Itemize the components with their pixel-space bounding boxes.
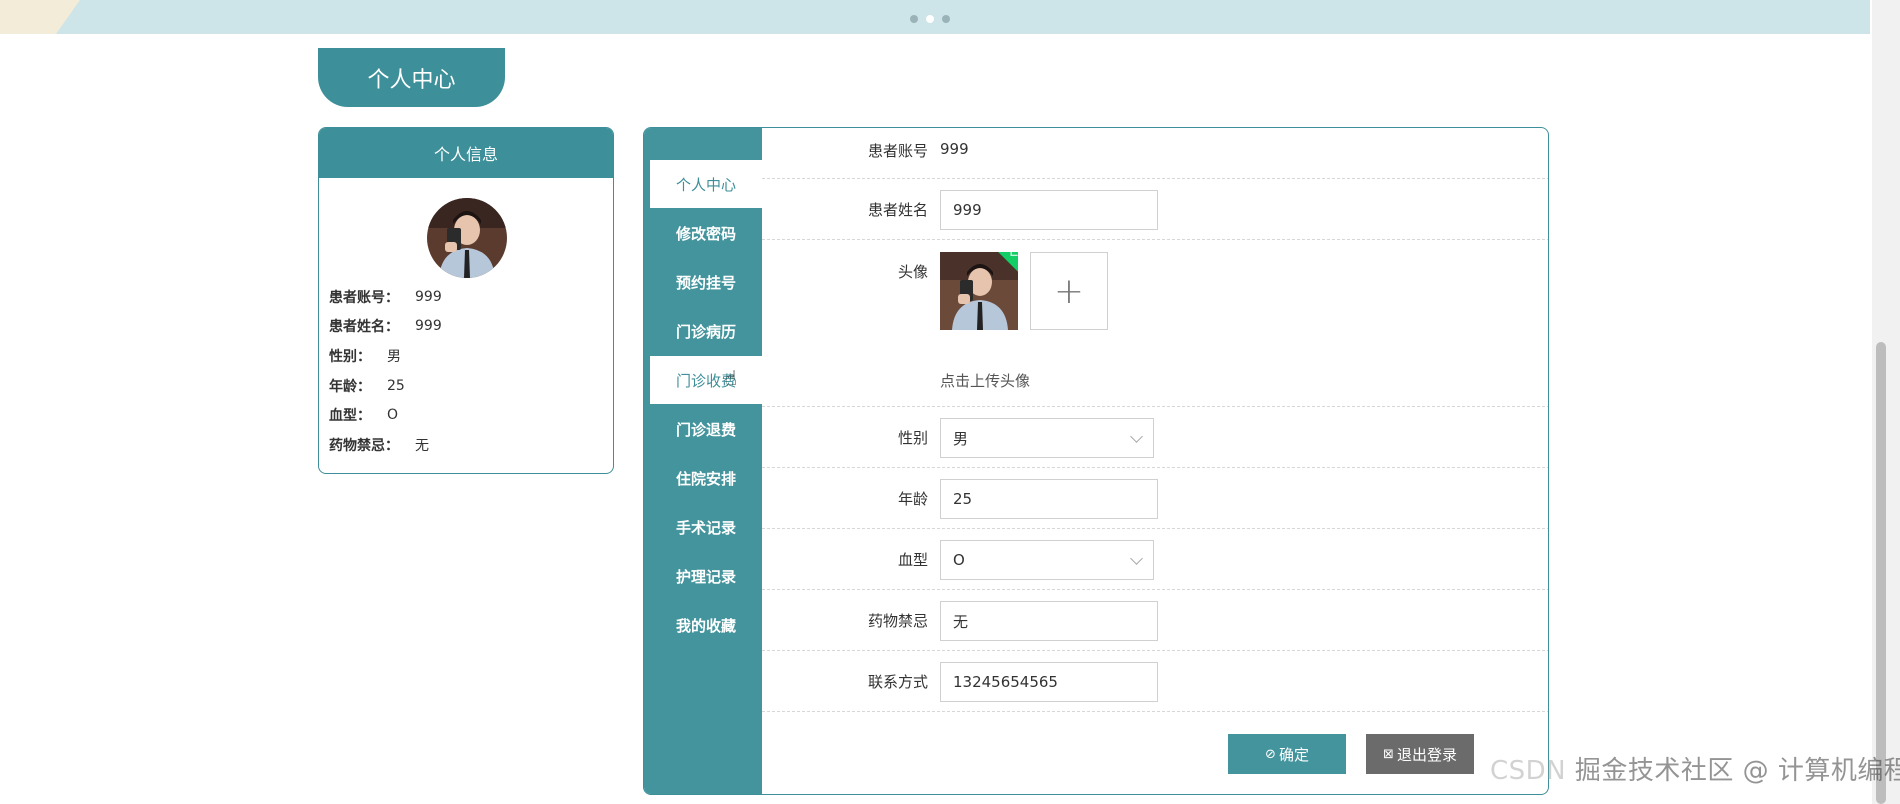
nav-item-outpatient-record[interactable]: 门诊病历 (650, 307, 762, 355)
info-value: 999 (415, 288, 442, 305)
form-row-account: 患者账号 999 (762, 128, 1548, 179)
contact-input[interactable]: 13245654565 (940, 662, 1158, 702)
info-label: 患者账号： (329, 289, 399, 306)
chevron-down-icon (1130, 430, 1143, 443)
info-value: 男 (387, 348, 401, 365)
personal-info-card: 个人信息 患者账号： 999 患者姓名： 999 性别： 男 年龄： 25 血型… (318, 127, 614, 474)
info-row-name: 患者姓名： 999 (329, 312, 442, 342)
form-row-name: 患者姓名 999 (762, 179, 1548, 240)
watermark-dim: CSDN (1490, 756, 1575, 786)
gender-select[interactable]: 男 (940, 418, 1154, 458)
carousel-dot-1[interactable] (910, 15, 918, 23)
logout-button[interactable]: ⊠ 退出登录 (1366, 734, 1474, 774)
info-label: 年龄： (329, 378, 371, 395)
nav-item-nursing-record[interactable]: 护理记录 (650, 552, 762, 600)
avatar-label: 头像 (897, 263, 928, 281)
contact-label: 联系方式 (867, 673, 928, 691)
drug-allergy-label: 药物禁忌 (867, 612, 928, 630)
logout-button-label: 退出登录 (1396, 745, 1457, 764)
check-circle-icon: ⊘ (1265, 746, 1276, 762)
age-input[interactable]: 25 (940, 479, 1158, 519)
page-scrollbar-thumb[interactable] (1876, 342, 1886, 804)
form-row-age: 年龄 25 (762, 468, 1548, 529)
upload-avatar-button[interactable]: + (1030, 252, 1108, 330)
info-value: 25 (387, 377, 405, 394)
nav-item-outpatient-fee[interactable]: 门诊收费 ☝ (650, 356, 762, 404)
carousel-dot-2[interactable] (926, 15, 934, 23)
info-label: 性别： (329, 348, 371, 365)
nav-item-surgery-record[interactable]: 手术记录 (650, 503, 762, 551)
confirm-button[interactable]: ⊘ 确定 (1228, 734, 1346, 774)
nav-item-change-password[interactable]: 修改密码 (650, 209, 762, 257)
check-icon (1010, 252, 1018, 256)
form-row-blood-type: 血型 O (762, 529, 1548, 590)
info-value: 999 (415, 318, 442, 335)
uploaded-avatar[interactable] (940, 252, 1018, 330)
form-row-avatar: 头像 (762, 240, 1548, 407)
upload-hint: 点击上传头像 (940, 372, 1031, 390)
info-label: 血型： (329, 408, 371, 425)
info-value: 无 (415, 437, 429, 454)
age-label: 年龄 (897, 490, 928, 508)
info-row-blood-type: 血型： O (329, 400, 442, 430)
logout-icon: ⊠ (1383, 746, 1394, 762)
watermark-text: 掘金技术社区 @ 计算机编程果茶熊 (1574, 756, 1900, 786)
info-row-drug-allergy: 药物禁忌： 无 (329, 430, 442, 460)
confirm-button-label: 确定 (1278, 745, 1309, 764)
form-row-gender: 性别 男 (762, 407, 1548, 468)
avatar (427, 198, 507, 278)
nav-item-hospitalization[interactable]: 住院安排 (650, 454, 762, 502)
chevron-down-icon (1130, 552, 1143, 565)
nav-item-appointment[interactable]: 预约挂号 (650, 258, 762, 306)
profile-panel: 个人中心 修改密码 预约挂号 门诊病历 门诊收费 ☝ 门诊退费 住院安排 手术记… (643, 127, 1549, 795)
nav-item-favorites[interactable]: 我的收藏 (650, 601, 762, 649)
blood-type-select-value: O (953, 551, 965, 569)
carousel-dot-3[interactable] (942, 15, 950, 23)
nav-item-outpatient-refund[interactable]: 门诊退费 (650, 405, 762, 453)
gender-label: 性别 (897, 429, 928, 447)
info-row-account: 患者账号： 999 (329, 282, 442, 312)
info-list: 患者账号： 999 患者姓名： 999 性别： 男 年龄： 25 血型： O 药… (329, 282, 442, 460)
hand-cursor-icon: ☝ (725, 366, 738, 390)
gender-select-value: 男 (953, 429, 969, 448)
account-value: 999 (940, 140, 969, 158)
account-label: 患者账号 (867, 142, 928, 160)
blood-type-select[interactable]: O (940, 540, 1154, 580)
page-title: 个人中心 (318, 48, 505, 107)
form-row-drug-allergy: 药物禁忌 无 (762, 590, 1548, 651)
drug-allergy-input[interactable]: 无 (940, 601, 1158, 641)
name-input[interactable]: 999 (940, 190, 1158, 230)
form-row-contact: 联系方式 13245654565 (762, 651, 1548, 712)
info-label: 患者姓名： (329, 319, 399, 336)
info-row-age: 年龄： 25 (329, 371, 442, 401)
blood-type-label: 血型 (897, 551, 928, 569)
info-card-header: 个人信息 (319, 128, 613, 178)
info-value: O (387, 407, 399, 424)
carousel-dots (910, 15, 950, 23)
side-nav: 个人中心 修改密码 预约挂号 门诊病历 门诊收费 ☝ 门诊退费 住院安排 手术记… (644, 128, 762, 794)
info-label: 药物禁忌： (329, 437, 399, 454)
nav-item-personal-center[interactable]: 个人中心 (650, 160, 762, 208)
profile-form: 患者账号 999 患者姓名 999 头像 + 点击上传头像 性别 男 年龄 25… (762, 128, 1548, 794)
name-label: 患者姓名 (867, 201, 928, 219)
watermark: CSDN 掘金技术社区 @ 计算机编程果茶熊 (1490, 750, 1900, 787)
info-row-gender: 性别： 男 (329, 341, 442, 371)
